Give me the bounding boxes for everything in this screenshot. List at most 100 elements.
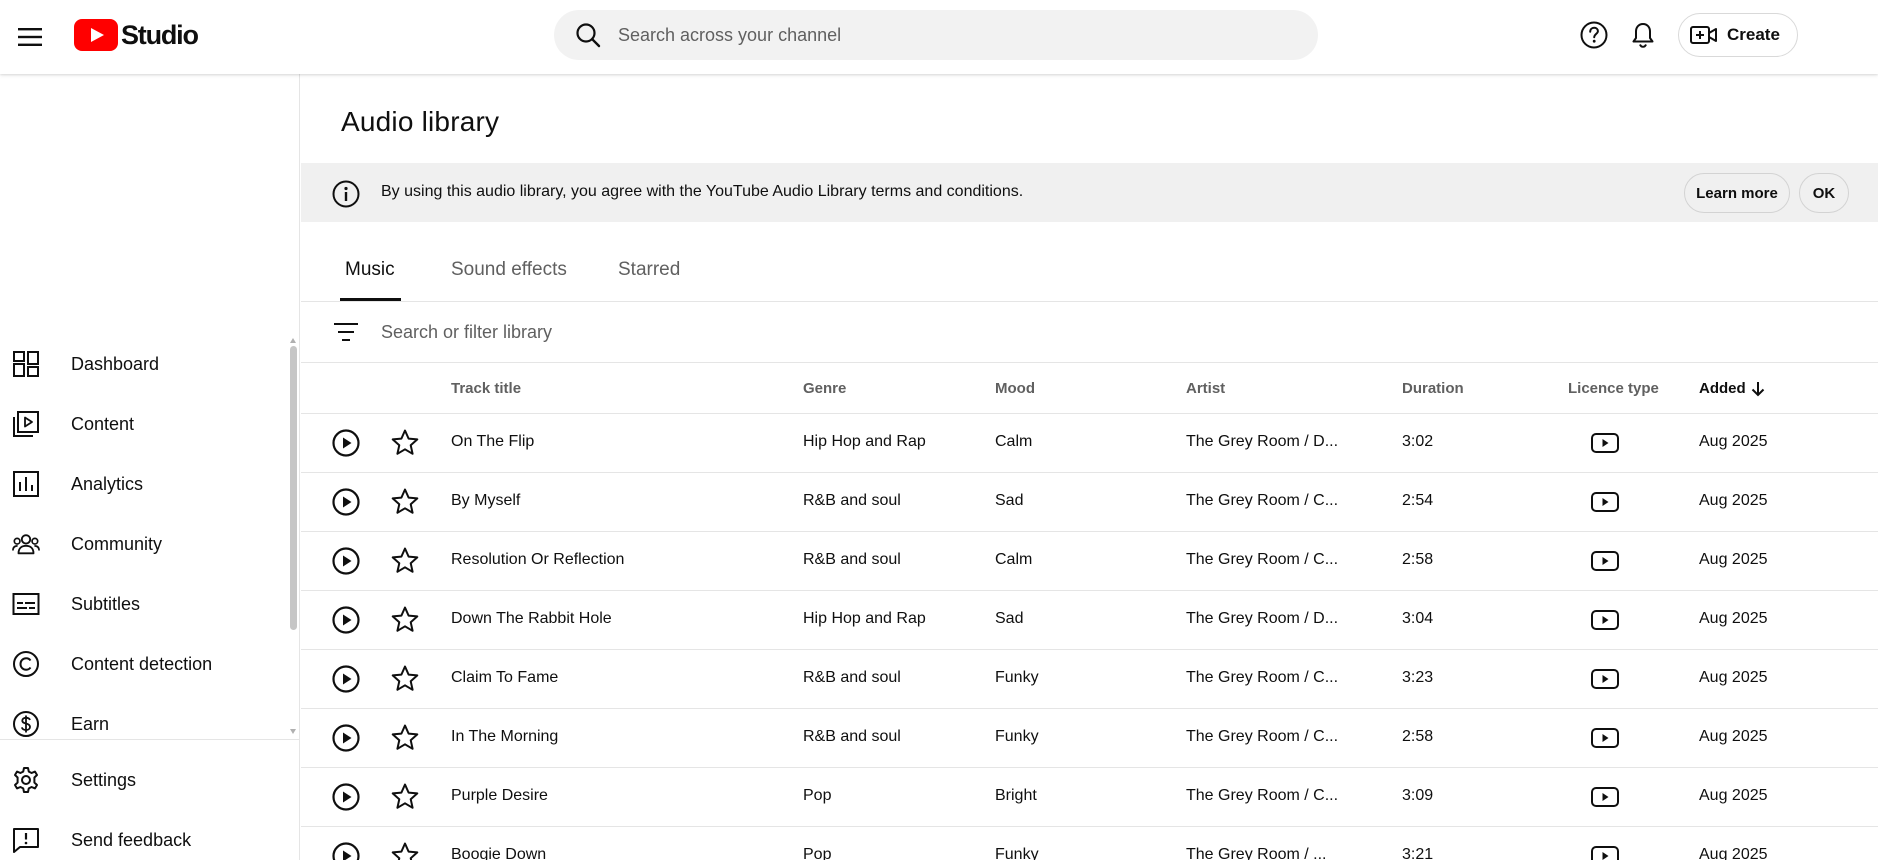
tab-starred[interactable]: Starred [618, 259, 680, 281]
track-title: On The Flip [451, 433, 535, 450]
column-header-artist[interactable]: Artist [1186, 380, 1225, 397]
column-header-genre[interactable]: Genre [803, 380, 846, 397]
track-mood: Sad [995, 610, 1024, 627]
track-artist[interactable]: The Grey Room / D... [1186, 433, 1338, 451]
youtube-licence-icon[interactable] [1590, 785, 1620, 809]
sidebar-item-label: Dashboard [71, 353, 160, 374]
channel-search[interactable]: Search across your channel [554, 10, 1318, 60]
play-icon[interactable] [331, 841, 361, 860]
track-artist[interactable]: The Grey Room / C... [1186, 728, 1338, 746]
track-artist[interactable]: The Grey Room / C... [1186, 492, 1338, 510]
sidebar-item-earn[interactable]: Earn [0, 698, 290, 750]
table-row[interactable]: Boogie Down Pop Funky The Grey Room / ... 3:… [301, 827, 1878, 860]
sidebar-item-send-feedback[interactable]: Send feedback [0, 814, 290, 860]
table-row[interactable]: Down The Rabbit Hole Hip Hop and Rap Sad Th… [301, 591, 1878, 650]
table-row[interactable]: By Myself R&B and soul Sad The Grey Room / … [301, 473, 1878, 532]
track-artist[interactable]: The Grey Room / C... [1186, 551, 1338, 569]
star-icon[interactable] [390, 428, 420, 458]
track-genre: R&B and soul [803, 728, 901, 745]
youtube-licence-icon[interactable] [1590, 844, 1620, 860]
track-title: By Myself [451, 492, 521, 509]
sidebar-scrollbar[interactable] [290, 346, 297, 630]
sidebar-item-content[interactable]: Content [0, 398, 290, 450]
studio-logo[interactable]: Studio [74, 17, 199, 53]
column-header-duration[interactable]: Duration [1402, 380, 1464, 397]
play-icon[interactable] [331, 487, 361, 517]
track-artist[interactable]: The Grey Room / ... [1186, 846, 1326, 860]
star-icon[interactable] [390, 487, 420, 517]
scroll-up-arrow[interactable] [290, 338, 296, 343]
sort-down-arrow-icon[interactable] [1748, 379, 1768, 399]
ok-button[interactable]: OK [1799, 173, 1849, 213]
table-row[interactable]: Claim To Fame R&B and soul Funky The Grey R… [301, 650, 1878, 709]
create-button[interactable]: Create [1678, 13, 1798, 57]
youtube-licence-icon[interactable] [1590, 667, 1620, 691]
sidebar-item-settings[interactable]: Settings [0, 754, 290, 806]
track-added-date: Aug 2025 [1699, 787, 1768, 804]
play-icon[interactable] [331, 605, 361, 635]
sidebar-item-label: Analytics [71, 473, 144, 494]
notifications-bell-icon[interactable] [1623, 15, 1663, 55]
content-detection-icon [12, 650, 40, 678]
create-button-label: Create [1727, 25, 1780, 44]
filter-icon[interactable] [333, 320, 359, 344]
sidebar-item-analytics[interactable]: Analytics [0, 458, 290, 510]
play-icon[interactable] [331, 723, 361, 753]
track-artist[interactable]: The Grey Room / C... [1186, 669, 1338, 687]
track-duration: 3:21 [1402, 846, 1434, 860]
star-icon[interactable] [390, 605, 420, 635]
sidebar-item-dashboard[interactable]: Dashboard [0, 338, 290, 390]
tab-sound-effects[interactable]: Sound effects [451, 259, 567, 281]
star-icon[interactable] [390, 546, 420, 576]
subtitles-icon [12, 590, 40, 618]
sidebar-item-content-detection[interactable]: Content detection [0, 638, 290, 690]
play-icon[interactable] [331, 782, 361, 812]
table-row[interactable]: Purple Desire Pop Bright The Grey Room / C.… [301, 768, 1878, 827]
help-icon[interactable] [1574, 15, 1614, 55]
play-icon[interactable] [331, 664, 361, 694]
track-artist[interactable]: The Grey Room / C... [1186, 787, 1338, 805]
tabs-divider [301, 301, 1878, 302]
track-mood: Sad [995, 492, 1024, 509]
youtube-licence-icon[interactable] [1590, 608, 1620, 632]
youtube-licence-icon[interactable] [1590, 726, 1620, 750]
dashboard-icon [12, 350, 40, 378]
star-icon[interactable] [390, 841, 420, 860]
search-input[interactable]: Search across your channel [618, 25, 841, 46]
play-icon[interactable] [331, 546, 361, 576]
track-artist[interactable]: The Grey Room / D... [1186, 610, 1338, 628]
analytics-icon [12, 470, 40, 498]
play-icon[interactable] [331, 428, 361, 458]
sidebar-item-subtitles[interactable]: Subtitles [0, 578, 290, 630]
table-row[interactable]: In The Morning R&B and soul Funky The Grey … [301, 709, 1878, 768]
table-row[interactable]: Resolution Or Reflection R&B and soul Calm… [301, 532, 1878, 591]
sidebar-item-label: Subtitles [71, 593, 141, 614]
learn-more-button[interactable]: Learn more [1684, 173, 1790, 213]
library-filter-input[interactable]: Search or filter library [381, 322, 552, 343]
track-genre: Hip Hop and Rap [803, 433, 926, 450]
track-duration: 2:54 [1402, 492, 1434, 509]
column-header-track-title[interactable]: Track title [451, 380, 521, 397]
column-header-added[interactable]: Added [1699, 380, 1746, 397]
table-row[interactable]: On The Flip Hip Hop and Rap Calm The Grey R… [301, 414, 1878, 473]
youtube-licence-icon[interactable] [1590, 490, 1620, 514]
track-duration: 3:04 [1402, 610, 1434, 627]
sidebar-item-label: Content detection [71, 653, 213, 674]
track-mood: Funky [995, 846, 1039, 860]
track-title: Down The Rabbit Hole [451, 610, 612, 627]
youtube-licence-icon[interactable] [1590, 549, 1620, 573]
column-header-licence-type[interactable]: Licence type [1568, 380, 1659, 397]
sidebar-item-label: Settings [71, 769, 137, 790]
menu-icon[interactable] [10, 17, 50, 57]
column-header-mood[interactable]: Mood [995, 380, 1035, 397]
track-title: Boogie Down [451, 846, 547, 860]
studio-logo-text: Studio [121, 19, 199, 50]
track-genre: Pop [803, 846, 832, 860]
star-icon[interactable] [390, 723, 420, 753]
youtube-licence-icon[interactable] [1590, 431, 1620, 455]
star-icon[interactable] [390, 664, 420, 694]
sidebar-item-community[interactable]: Community [0, 518, 290, 570]
tab-music[interactable]: Music [345, 259, 395, 281]
scroll-down-arrow[interactable] [290, 729, 296, 734]
star-icon[interactable] [390, 782, 420, 812]
